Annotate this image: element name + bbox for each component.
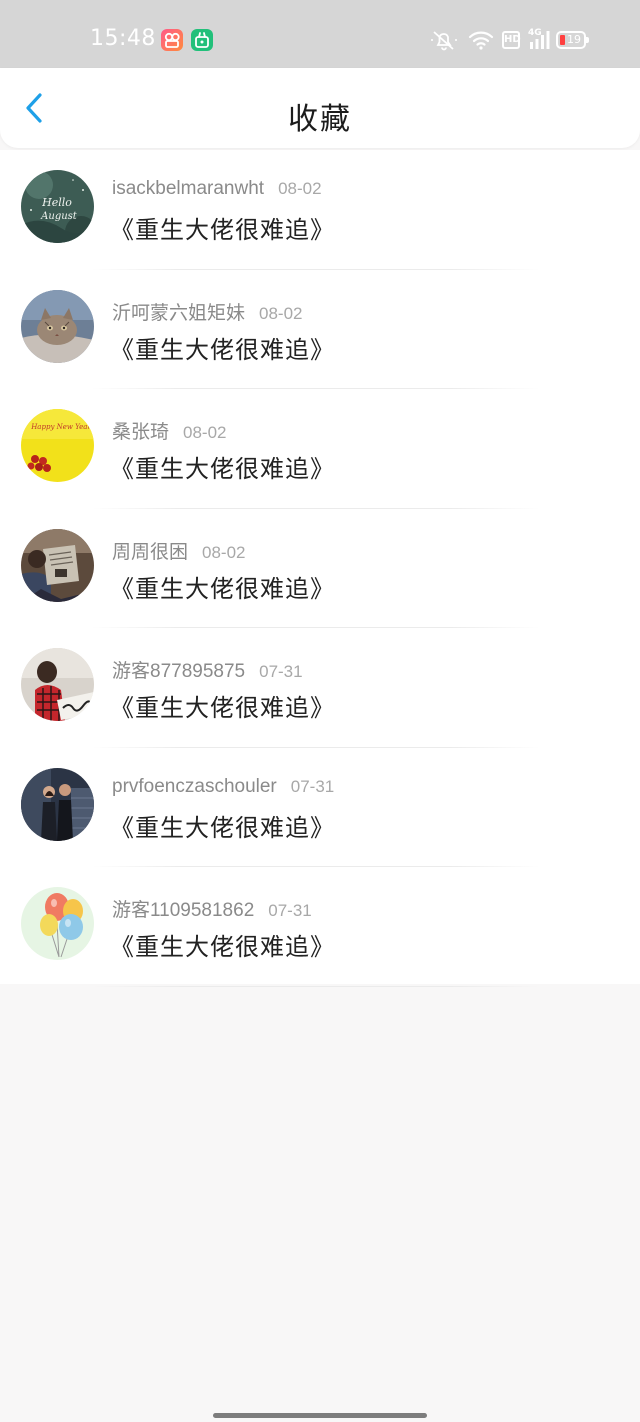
list-item[interactable]: 游客877895875 07-31 《重生大佬很难追》 bbox=[0, 628, 640, 748]
post-date: 07-31 bbox=[290, 776, 335, 796]
list-item[interactable]: prvfoenczaschouler 07-31 《重生大佬很难追》 bbox=[0, 748, 640, 868]
post-date: 08-02 bbox=[202, 542, 246, 562]
user-name: 桑张琦 08-02 bbox=[112, 417, 227, 444]
post-date: 07-31 bbox=[259, 662, 303, 681]
video-app-icon bbox=[161, 29, 183, 51]
avatar[interactable] bbox=[21, 648, 94, 721]
user-name-text: 周周很困 bbox=[112, 541, 189, 563]
post-date: 08-02 bbox=[259, 303, 303, 323]
favorites-list: Hello August isackbelmaranwht 08-02 《重生大佬… bbox=[0, 150, 640, 987]
user-name-text: 游客877895875 bbox=[112, 661, 246, 682]
avatar[interactable] bbox=[21, 289, 94, 363]
book-title[interactable]: 《重生大佬很难追》 bbox=[110, 449, 335, 484]
user-name-text: 桑张琦 bbox=[112, 422, 170, 443]
status-indicators: HD 4G 19 bbox=[430, 28, 600, 52]
signal-icon bbox=[530, 31, 550, 49]
battery-icon: 19 bbox=[556, 31, 589, 49]
user-name-text: prvfoenczaschouler bbox=[112, 775, 277, 797]
user-name: 游客1109581862 07-31 bbox=[112, 895, 312, 922]
post-date: 07-31 bbox=[268, 901, 312, 920]
avatar-text-hello: Hello bbox=[41, 196, 72, 209]
wifi-icon bbox=[468, 31, 494, 50]
page-title: 收藏 bbox=[288, 102, 352, 137]
list-item[interactable]: 周周很困 08-02 《重生大佬很难追》 bbox=[0, 509, 640, 629]
user-name: prvfoenczaschouler 07-31 bbox=[112, 776, 334, 798]
battery-level-text: 19 bbox=[567, 33, 581, 46]
avatar[interactable] bbox=[21, 528, 94, 602]
post-date: 08-02 bbox=[278, 179, 322, 198]
list-item[interactable]: Happy New Year 桑张琦 08-02 《重生大佬很难追》 bbox=[0, 389, 640, 509]
list-item[interactable]: Hello August isackbelmaranwht 08-02 《重生大佬… bbox=[0, 150, 640, 270]
book-title[interactable]: 《重生大佬很难追》 bbox=[110, 569, 335, 604]
book-title[interactable]: 《重生大佬很难追》 bbox=[110, 808, 335, 843]
avatar[interactable]: Hello August bbox=[21, 170, 94, 243]
avatar-text-new-year: Happy New Year bbox=[30, 423, 91, 431]
user-name: 沂呵蒙六姐矩妹 08-02 bbox=[112, 298, 303, 325]
user-name: isackbelmaranwht 08-02 bbox=[112, 178, 322, 200]
book-title[interactable]: 《重生大佬很难追》 bbox=[110, 927, 335, 962]
home-indicator[interactable] bbox=[213, 1413, 427, 1418]
status-bar: 15:48 HD 4G 19 bbox=[0, 0, 640, 68]
book-title[interactable]: 《重生大佬很难追》 bbox=[110, 688, 335, 723]
title-bar: 收藏 bbox=[0, 68, 640, 148]
avatar[interactable]: Happy New Year bbox=[21, 409, 94, 482]
user-name: 周周很困 08-02 bbox=[112, 537, 246, 564]
status-time: 15:48 bbox=[90, 26, 156, 51]
list-item[interactable]: 游客1109581862 07-31 《重生大佬很难追》 bbox=[0, 867, 640, 987]
mute-bell-icon bbox=[431, 31, 457, 51]
avatar[interactable] bbox=[21, 767, 94, 841]
avatar[interactable] bbox=[21, 887, 94, 960]
user-name-text: isackbelmaranwht bbox=[112, 178, 265, 199]
book-title[interactable]: 《重生大佬很难追》 bbox=[110, 330, 335, 365]
post-date: 08-02 bbox=[183, 423, 227, 442]
user-name: 游客877895875 07-31 bbox=[112, 656, 303, 683]
user-name-text: 游客1109581862 bbox=[112, 900, 255, 921]
list-item[interactable]: 沂呵蒙六姐矩妹 08-02 《重生大佬很难追》 bbox=[0, 270, 640, 390]
shop-app-icon bbox=[191, 29, 213, 51]
hd-icon: HD bbox=[502, 31, 521, 49]
avatar-text-august: August bbox=[40, 211, 78, 222]
user-name-text: 沂呵蒙六姐矩妹 bbox=[112, 302, 246, 324]
book-title[interactable]: 《重生大佬很难追》 bbox=[110, 210, 335, 245]
